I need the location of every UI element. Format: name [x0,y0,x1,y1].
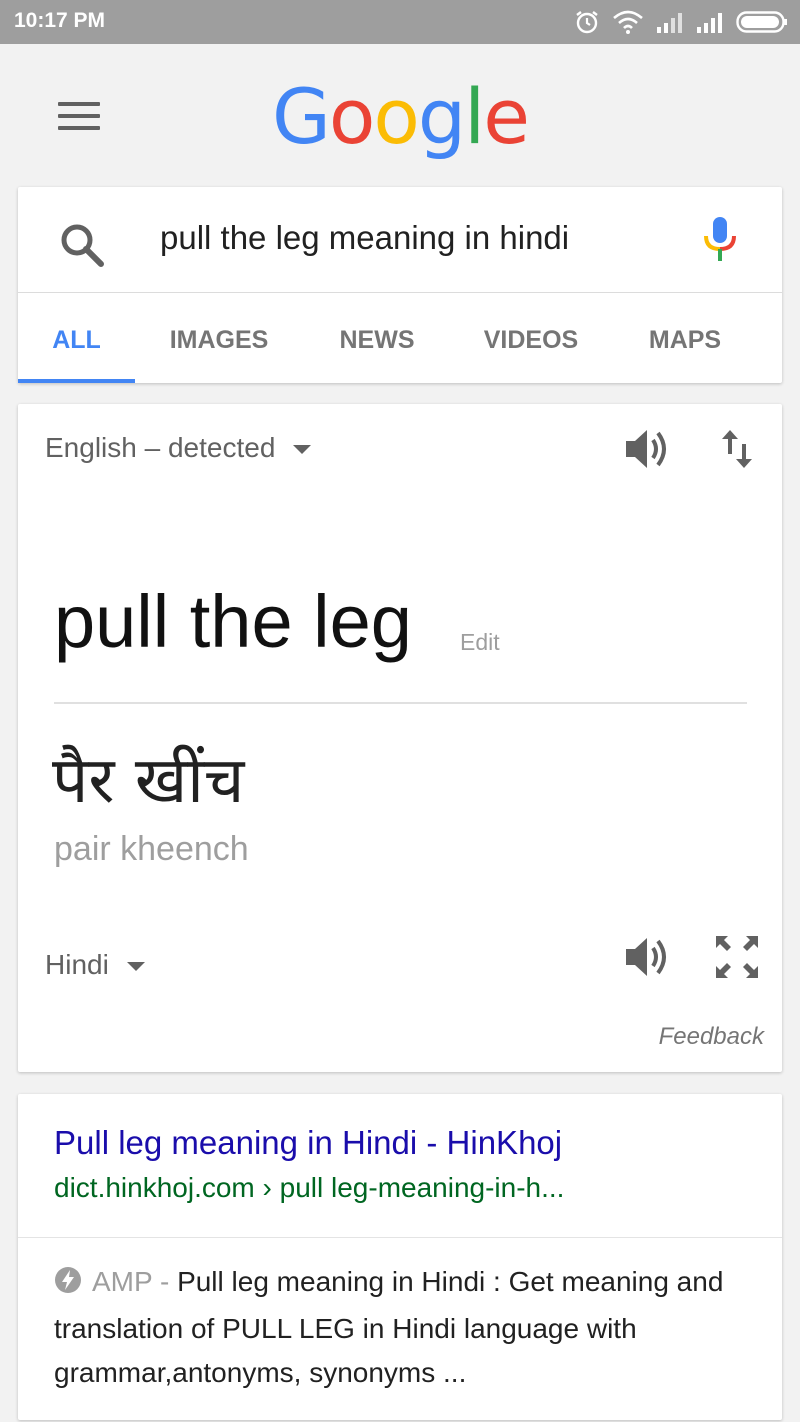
google-logo[interactable]: Google [0,72,800,161]
search-tabs: ALL IMAGES NEWS VIDEOS MAPS [18,294,782,383]
source-language-select[interactable]: English – detected [45,432,312,464]
speaker-icon[interactable] [622,934,672,985]
source-text[interactable]: pull the leg [54,579,412,664]
signal-icon [656,11,684,33]
microphone-icon[interactable] [702,215,738,270]
speaker-icon[interactable] [622,426,672,477]
search-card: pull the leg meaning in hindi ALL IMAGES… [18,187,782,383]
amp-label: AMP - [92,1266,170,1297]
logo-letter: o [328,72,375,161]
fullscreen-icon[interactable] [714,934,760,985]
wifi-icon [612,9,644,35]
tab-videos[interactable]: VIDEOS [470,294,592,383]
logo-letter: g [417,72,466,161]
signal-icon [696,11,724,33]
dropdown-arrow-icon [126,962,145,972]
status-time: 10:17 PM [14,9,106,32]
target-language-label: Hindi [45,949,109,980]
edit-link[interactable]: Edit [460,629,500,656]
transliteration: pair kheench [54,830,249,868]
status-icons [574,8,788,36]
translate-card: English – detected pull the leg Edit पैर… [18,404,782,1072]
logo-letter: G [271,72,331,161]
feedback-link[interactable]: Feedback [659,1023,764,1051]
result-url[interactable]: dict.hinkhoj.com › pull leg-meaning-in-h… [54,1172,564,1204]
search-bar[interactable]: pull the leg meaning in hindi [18,187,782,293]
divider [54,702,747,704]
amp-bolt-icon [54,1263,82,1307]
source-language-label: English – detected [45,432,276,463]
search-icon[interactable] [58,221,106,274]
tab-maps[interactable]: MAPS [630,294,740,383]
search-input[interactable]: pull the leg meaning in hindi [160,219,569,257]
battery-icon [736,11,788,33]
tab-images[interactable]: IMAGES [154,294,284,383]
tab-all[interactable]: ALL [18,294,135,383]
dropdown-arrow-icon [293,445,312,455]
divider [18,1237,782,1238]
status-bar: 10:17 PM [0,0,800,44]
logo-letter: l [464,72,485,161]
result-title-link[interactable]: Pull leg meaning in Hindi - HinKhoj [54,1124,562,1162]
swap-languages-icon[interactable] [718,426,756,477]
result-snippet[interactable]: AMP - Pull leg meaning in Hindi : Get me… [54,1260,754,1395]
search-result-card: Pull leg meaning in Hindi - HinKhoj dict… [18,1094,782,1420]
translated-text: पैर खींच [52,744,245,818]
tab-news[interactable]: NEWS [323,294,431,383]
target-language-select[interactable]: Hindi [45,949,145,981]
logo-letter: e [483,72,530,161]
alarm-icon [574,9,600,35]
header: Google [0,44,800,186]
logo-letter: o [373,72,419,161]
